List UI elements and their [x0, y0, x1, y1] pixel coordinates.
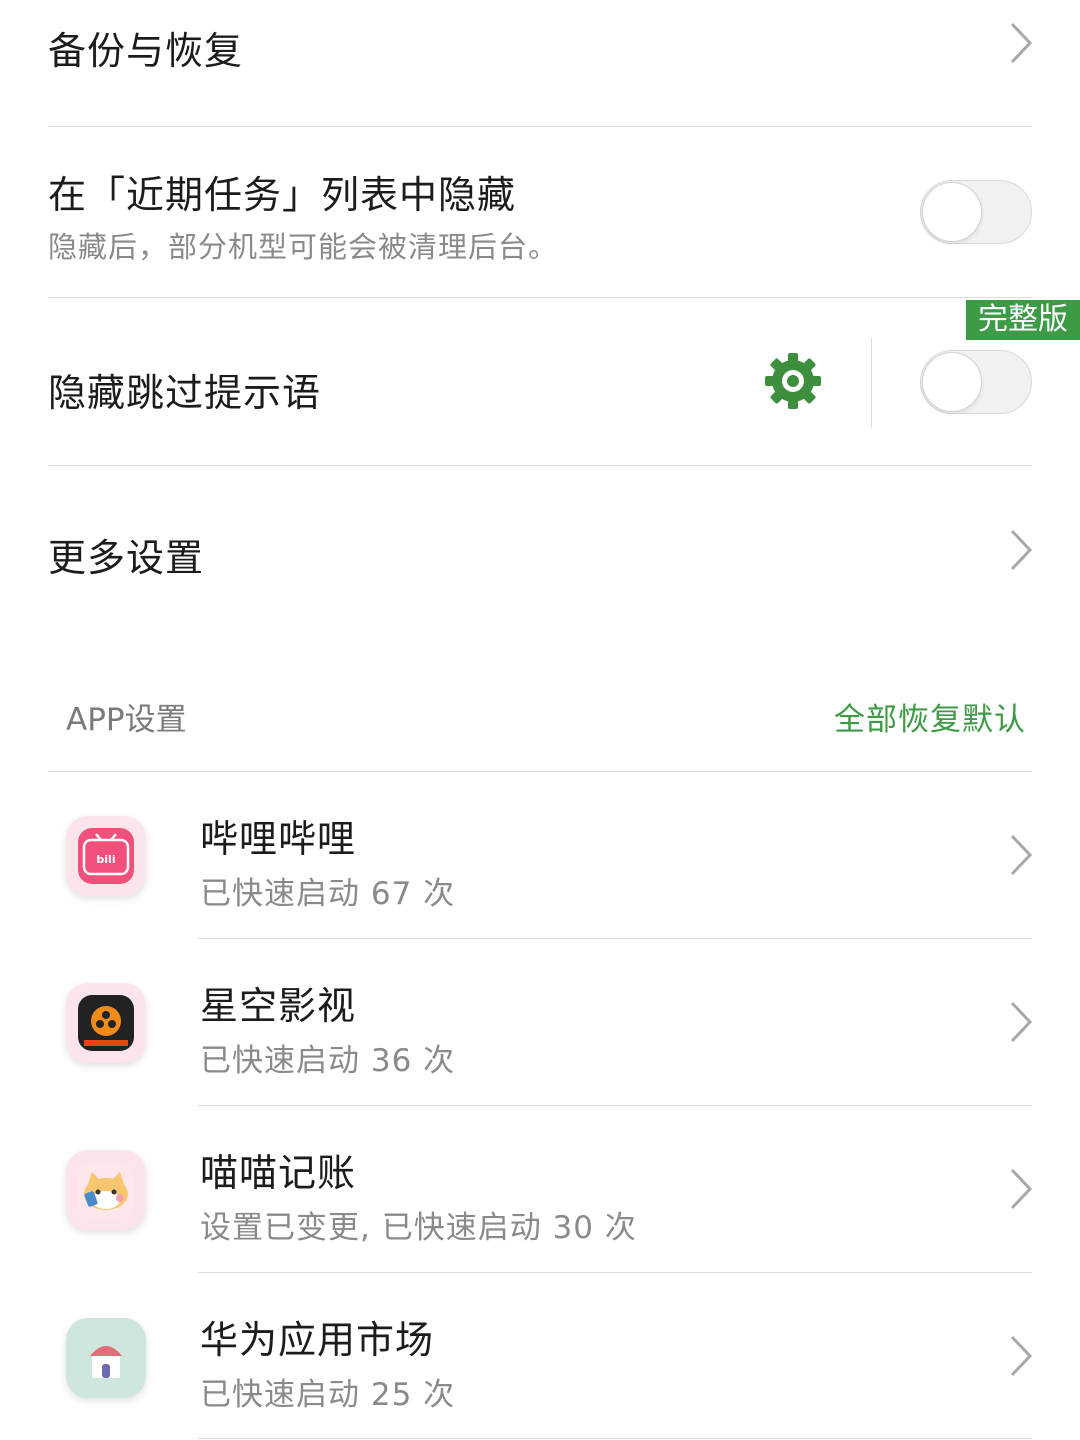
app-launch-count: 已快速启动 36 次	[200, 1043, 456, 1079]
chevron-right-icon	[1002, 1333, 1036, 1379]
divider	[48, 126, 1032, 127]
bilibili-icon: bili	[66, 816, 146, 896]
chevron-right-icon	[1002, 527, 1036, 573]
full-version-badge: 完整版	[966, 300, 1080, 340]
app-launch-count: 已快速启动 67 次	[200, 876, 456, 912]
reset-all-defaults-link[interactable]: 全部恢复默认	[834, 694, 1026, 739]
miaomiao-icon	[66, 1150, 146, 1230]
app-name: 喵喵记账	[200, 1151, 357, 1195]
app-launch-count: 设置已变更, 已快速启动 30 次	[200, 1210, 637, 1246]
divider	[48, 771, 1032, 772]
chevron-right-icon	[1002, 999, 1036, 1045]
app-settings-section-title: APP设置	[66, 702, 187, 738]
app-name: 华为应用市场	[200, 1318, 435, 1362]
divider	[48, 465, 1032, 466]
divider	[198, 1438, 1032, 1439]
hide-from-recents-toggle[interactable]	[920, 180, 1032, 244]
gear-icon[interactable]	[762, 350, 824, 412]
divider	[48, 297, 1032, 298]
vertical-divider	[871, 338, 872, 428]
hide-from-recents-label: 在「近期任务」列表中隐藏	[48, 173, 517, 217]
chevron-right-icon	[1002, 1166, 1036, 1212]
divider	[198, 1272, 1032, 1273]
divider	[198, 938, 1032, 939]
divider	[198, 1105, 1032, 1106]
chevron-right-icon	[1002, 832, 1036, 878]
more-settings-label: 更多设置	[48, 536, 205, 580]
huawei-appgallery-icon	[66, 1318, 146, 1398]
backup-restore-label: 备份与恢复	[48, 29, 244, 73]
app-name: 星空影视	[200, 984, 357, 1028]
app-launch-count: 已快速启动 25 次	[200, 1377, 456, 1413]
chevron-right-icon	[1002, 20, 1036, 66]
hide-skip-hint-label: 隐藏跳过提示语	[48, 371, 322, 415]
app-name: 哔哩哔哩	[200, 817, 357, 861]
hide-from-recents-description: 隐藏后，部分机型可能会被清理后台。	[48, 230, 559, 264]
xingkong-icon	[66, 983, 146, 1063]
toggle-knob	[922, 352, 982, 412]
svg-text:bili: bili	[96, 853, 115, 866]
hide-skip-hint-toggle[interactable]	[920, 350, 1032, 414]
toggle-knob	[922, 182, 982, 242]
